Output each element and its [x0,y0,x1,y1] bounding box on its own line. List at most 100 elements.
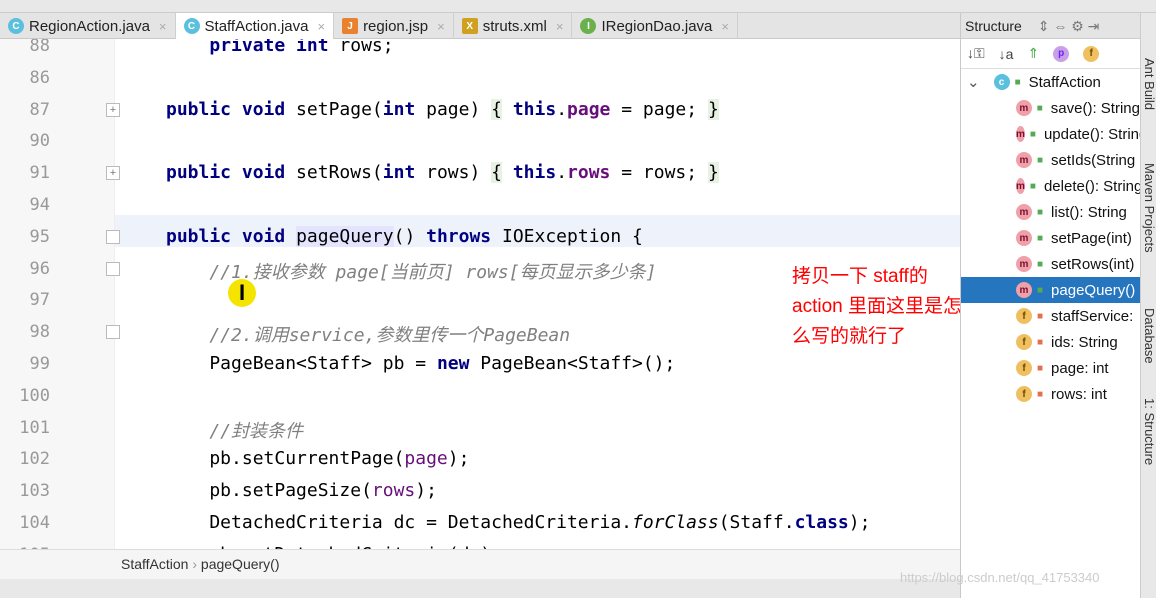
chevron-down-icon[interactable]: ⌄ [967,73,980,91]
structure-item[interactable]: f ■ rows: int [961,381,1140,407]
code-line: public void setPage(int page) { this.pag… [166,98,719,120]
close-icon[interactable]: × [721,19,729,34]
structure-item-label: setIds(String [1051,151,1136,169]
line-number: 88 [29,39,50,56]
breadcrumb: StaffAction › pageQuery() [0,549,960,579]
method-icon: m [1016,152,1032,168]
structure-item[interactable]: m ■ pageQuery() [961,277,1140,303]
public-icon: ■ [1029,180,1036,192]
close-icon[interactable]: × [556,19,564,34]
structure-item[interactable]: m ■ update(): String [961,121,1140,147]
method-icon: m [1016,230,1032,246]
tree-root-label: StaffAction [1028,73,1101,91]
fold-collapse-icon[interactable] [106,325,120,340]
close-icon[interactable]: × [159,19,167,34]
structure-item[interactable]: m ■ setRows(int) [961,251,1140,277]
code-line: PageBean<Staff> pb = new PageBean<Staff>… [166,353,676,374]
class-icon: C [183,18,200,34]
line-number: 94 [29,195,50,215]
field-icon: f [1016,334,1032,350]
show-properties-icon[interactable]: p [1053,45,1070,62]
field-icon: f [1016,308,1032,324]
line-number: 96 [29,258,50,279]
tab-label: struts.xml [482,17,547,35]
structure-toolbar: ↓⚿ ↓a ⇑ p f [961,39,1140,69]
private-icon: ■ [1037,388,1044,400]
public-icon: ■ [1014,76,1021,88]
code-line: private int rows; [209,39,394,56]
structure-item[interactable]: m ■ save(): String [961,95,1140,121]
field-icon: f [1016,386,1032,402]
code-line: pb.setCurrentPage(page); [166,448,470,470]
fold-expand-icon[interactable]: + [106,102,120,117]
structure-item-label: update(): String [1043,125,1140,143]
fold-collapse-icon[interactable] [106,261,120,276]
line-number: 100 [19,385,50,406]
line-number: 97 [29,290,50,311]
structure-item-label: setPage(int) [1051,229,1132,247]
structure-item-label: setRows(int) [1051,255,1135,273]
structure-item[interactable]: f ■ ids: String [961,329,1140,355]
structure-item[interactable]: m ■ setPage(int) [961,225,1140,251]
side-tool-maven-projects[interactable]: Maven Projects [1142,163,1156,253]
close-icon[interactable]: × [317,19,325,34]
line-number: 103 [19,481,50,502]
class-icon: C [8,18,24,34]
structure-item[interactable]: m ■ delete(): String [961,173,1140,199]
line-number: 90 [29,131,50,152]
tree-root[interactable]: ⌄ c ■ StaffAction [961,69,1140,95]
structure-panel: Structure ⇕ ⇔ ⚙ ⇥ ↓⚿ ↓a ⇑ p f ⌄ c ■ Staf… [960,13,1140,598]
line-number: 101 [19,417,50,438]
line-number: 91 [29,163,50,184]
line-number: 99 [29,354,50,374]
private-icon: ■ [1037,362,1044,374]
structure-item[interactable]: f ■ page: int [961,355,1140,381]
side-tool-1-structure[interactable]: 1: Structure [1142,398,1156,465]
line-number: 86 [29,67,50,88]
expand-collapse-icon[interactable]: ⇕ ⇔ ⚙ ⇥ [1038,18,1100,34]
method-icon: m [1016,204,1032,220]
tab-region-jsp[interactable]: Jregion.jsp × [334,13,454,39]
right-tool-strip: Ant Build Maven Projects Database 1: Struct… [1140,13,1156,598]
line-number: 102 [19,449,50,470]
method-icon: m [1016,178,1025,194]
show-fields-icon[interactable]: f [1083,45,1100,62]
navigation-bar [0,0,1156,13]
side-tool-ant-build[interactable]: Ant Build [1142,58,1156,110]
sort-alpha-icon[interactable]: ↓a [999,46,1014,62]
tab-iregiondao-java[interactable]: I IRegionDao.java × [572,13,738,39]
tab-label: region.jsp [363,17,429,35]
fold-collapse-icon[interactable] [106,229,120,244]
structure-item-label: page: int [1051,359,1109,377]
code-line: public void pageQuery() throws IOExcepti… [166,225,643,247]
line-number: 98 [29,322,50,343]
tab-label: IRegionDao.java [601,17,713,35]
class-icon: c [993,74,1010,90]
side-tool-database[interactable]: Database [1142,308,1156,364]
private-icon: ■ [1037,336,1044,348]
close-icon[interactable]: × [437,19,445,34]
method-icon: m [1016,126,1025,142]
fold-expand-icon[interactable]: + [106,166,120,181]
code-line: pb.setPageSize(rows); [166,480,437,502]
tab-staffaction-java[interactable]: C StaffAction.java × [175,13,335,39]
structure-item[interactable]: m ■ setIds(String [961,147,1140,173]
structure-item-label: ids: String [1051,333,1118,351]
method-icon: m [1016,282,1032,298]
sort-by-visibility-icon[interactable]: ↓⚿ [967,45,985,62]
tab-struts-xml[interactable]: Xstruts.xml × [454,13,573,39]
jsp-icon: J [342,18,359,34]
structure-item[interactable]: f ■ staffService: [961,303,1140,329]
show-inherited-icon[interactable]: ⇑ [1027,45,1039,62]
breadcrumb-method[interactable]: pageQuery() [201,556,280,572]
structure-item-label: pageQuery() [1051,281,1136,299]
structure-item-label: staffService: [1051,307,1134,325]
structure-item[interactable]: m ■ list(): String [961,199,1140,225]
breadcrumb-class[interactable]: StaffAction [121,556,188,572]
tab-regionaction-java[interactable]: C RegionAction.java × [0,13,176,39]
xml-icon: X [461,18,478,34]
code-line: public void setRows(int rows) { this.row… [166,162,719,184]
line-number: 104 [19,513,50,533]
watermark: https://blog.csdn.net/qq_41753340 [900,570,1100,585]
interface-icon: I [580,18,597,34]
